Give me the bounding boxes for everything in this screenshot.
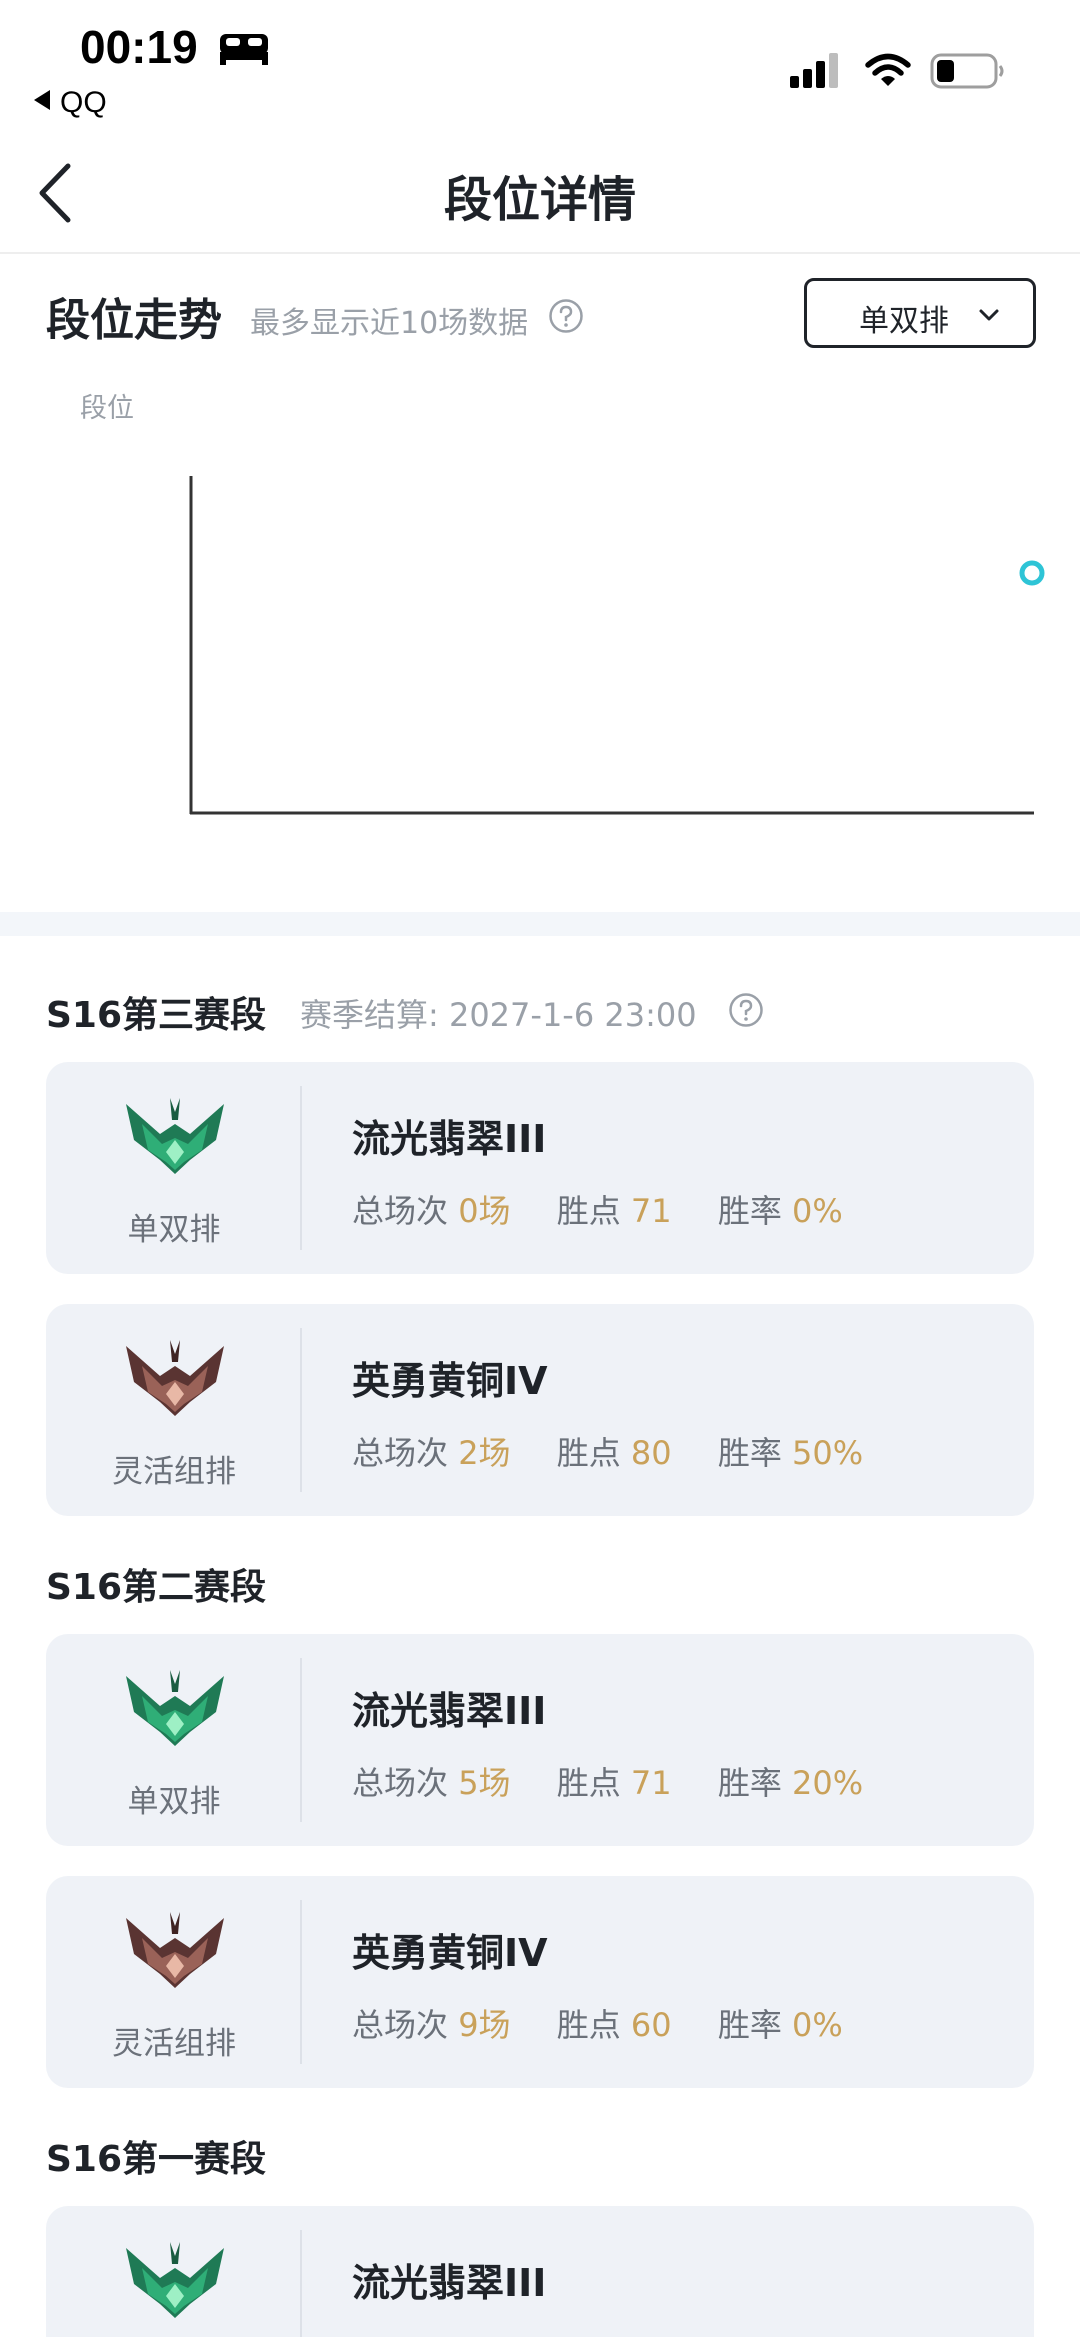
rank-card[interactable]: 灵活组排 英勇黄铜IV 总场次 2场 胜点 80 胜率 50% [46,1304,1034,1516]
emerald-emblem-icon [126,1670,224,1746]
games-label: 总场次 [352,1434,449,1472]
lp-label: 胜点 [556,1434,621,1472]
winrate-value: 0% [792,1192,843,1230]
trend-header: 段位走势 最多显示近10场数据 单双排 [46,278,1036,350]
games-value: 5场 [458,1764,511,1802]
bed-icon [220,34,268,65]
card-stats: 总场次 5场 胜点 71 胜率 20% [352,1758,863,1804]
bronze-emblem-icon [126,1912,224,1988]
winrate-label: 胜率 [717,1764,782,1802]
queue-name: 单双排 [127,1784,221,1820]
card-stats: 总场次 0场 胜点 71 胜率 0% [352,1186,843,1232]
season-title: S16第二赛段 [46,1567,267,1608]
games-value: 2场 [458,1434,511,1472]
emerald-emblem-icon [126,1098,224,1174]
wifi-icon [865,53,911,86]
nav-bar: 段位详情 [0,130,1080,254]
rank-card[interactable]: 单双排 流光翡翠III 总场次 0场 胜点 71 胜率 0% [46,1062,1034,1274]
chart-y-axis-label: 段位 [80,393,134,424]
page-title: 段位详情 [443,172,636,228]
lp-label: 胜点 [556,1764,621,1802]
tier-name: 英勇黄铜IV [352,1359,548,1403]
rank-card[interactable]: 单双排 流光翡翠III 总场次 5场 胜点 71 胜率 20% [46,1634,1034,1846]
chart-data-point [1019,560,1045,586]
back-triangle-icon [34,90,50,110]
emerald-emblem-icon [126,2242,224,2318]
queue-type-value: 单双排 [859,304,949,339]
tier-name: 流光翡翠III [352,2261,547,2305]
games-label: 总场次 [352,1192,449,1230]
lp-value: 80 [630,1434,672,1472]
rank-trend-chart [189,476,1045,815]
queue-type-dropdown[interactable]: 单双排 [804,278,1036,348]
season-title: S16第三赛段 [46,995,267,1036]
card-divider [300,1328,302,1492]
season-settlement-note: 赛季结算: 2027-1-6 23:00 [300,996,697,1034]
chevron-down-icon [979,309,999,321]
card-divider [300,2230,302,2337]
battery-icon [930,53,1004,89]
back-app-label: QQ [60,86,107,119]
help-icon[interactable] [728,992,764,1028]
trend-title: 段位走势 [46,295,222,346]
winrate-label: 胜率 [717,1192,782,1230]
lp-value: 60 [630,2006,672,2044]
status-bar: 00:19 QQ [0,0,1080,130]
winrate-label: 胜率 [717,2006,782,2044]
winrate-value: 50% [792,1434,864,1472]
status-time: 00:19 [80,21,198,73]
games-label: 总场次 [352,2006,449,2044]
winrate-value: 0% [792,2006,843,2044]
rank-card[interactable]: 灵活组排 英勇黄铜IV 总场次 9场 胜点 60 胜率 0% [46,1876,1034,2088]
games-label: 总场次 [352,1764,449,1802]
tier-name: 英勇黄铜IV [352,1931,548,1975]
queue-name: 灵活组排 [112,1454,236,1490]
section-divider [0,912,1080,936]
queue-name: 单双排 [127,1212,221,1248]
lp-label: 胜点 [556,2006,621,2044]
games-value: 9场 [458,2006,511,2044]
trend-subtitle: 最多显示近10场数据 [250,306,529,341]
card-divider [300,1658,302,1822]
card-stats: 总场次 9场 胜点 60 胜率 0% [352,2000,843,2046]
card-divider [300,1900,302,2064]
games-value: 0场 [458,1192,511,1230]
rank-card[interactable]: 流光翡翠III [46,2206,1034,2337]
season-title: S16第一赛段 [46,2139,267,2180]
winrate-label: 胜率 [717,1434,782,1472]
lp-value: 71 [630,1764,672,1802]
queue-name: 灵活组排 [112,2026,236,2062]
tier-name: 流光翡翠III [352,1689,547,1733]
signal-icon [790,53,838,88]
card-stats: 总场次 2场 胜点 80 胜率 50% [352,1428,863,1474]
card-divider [300,1086,302,1250]
bronze-emblem-icon [126,1340,224,1416]
tier-name: 流光翡翠III [352,1117,547,1161]
winrate-value: 20% [792,1764,864,1802]
lp-value: 71 [630,1192,672,1230]
lp-label: 胜点 [556,1192,621,1230]
help-icon[interactable] [548,298,584,334]
back-to-app[interactable]: QQ [34,86,107,120]
